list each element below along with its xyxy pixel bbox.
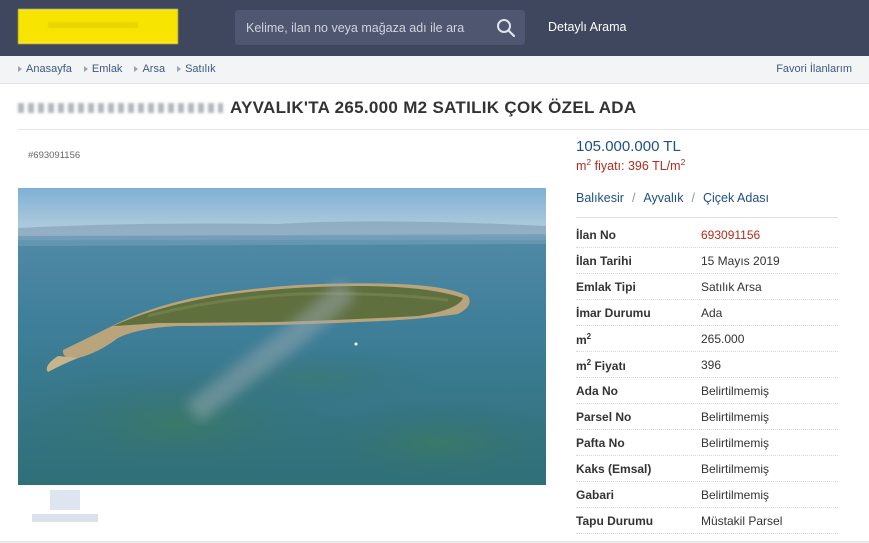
detail-row-tapu-durumu: Tapu Durumu Müstakil Parsel <box>576 508 838 534</box>
top-header: Detaylı Arama <box>0 0 869 56</box>
site-logo[interactable] <box>18 9 178 44</box>
sqm-text: fiyatı: 396 TL/m <box>591 159 681 174</box>
divider <box>18 129 869 130</box>
listing-details-list: İlan No 693091156 İlan Tarihi 15 Mayıs 2… <box>576 222 838 534</box>
favorites-link[interactable]: Favori İlanlarım <box>776 63 852 75</box>
detail-key: m2 <box>576 332 591 347</box>
breadcrumb-item-home[interactable]: Anasayfa <box>18 63 72 75</box>
detail-key: Ada No <box>576 384 618 398</box>
detail-key: İlan Tarihi <box>576 254 632 268</box>
aerial-island-image <box>18 188 546 485</box>
detail-value: Belirtilmemiş <box>701 436 770 450</box>
detail-key-sup: 2 <box>586 332 592 341</box>
detail-value: Belirtilmemiş <box>701 462 770 476</box>
triangle-right-icon <box>134 66 139 72</box>
detail-key-suffix: Fiyatı <box>591 359 626 373</box>
detail-row-ada-no: Ada No Belirtilmemiş <box>576 378 838 404</box>
location-separator: / <box>631 191 636 205</box>
listing-location: Balıkesir / Ayvalık / Çiçek Adası <box>576 191 769 205</box>
location-city[interactable]: Balıkesir <box>576 191 624 205</box>
detail-row-ilan-tarihi: İlan Tarihi 15 Mayıs 2019 <box>576 248 838 274</box>
divider <box>576 217 838 218</box>
detail-key: Gabari <box>576 488 615 502</box>
triangle-right-icon <box>83 66 88 72</box>
detail-row-parsel-no: Parsel No Belirtilmemiş <box>576 404 838 430</box>
breadcrumb-item-emlak[interactable]: Emlak <box>83 63 123 75</box>
detail-key: Kaks (Emsal) <box>576 462 652 476</box>
detail-key: m2 Fiyatı <box>576 358 626 373</box>
sqm-label: m <box>576 159 587 174</box>
detail-value: 265.000 <box>701 332 745 346</box>
detail-value: Ada <box>701 306 723 320</box>
location-district[interactable]: Ayvalık <box>643 191 683 205</box>
detail-key: İmar Durumu <box>576 306 651 320</box>
detail-value: 693091156 <box>701 228 761 242</box>
triangle-right-icon <box>18 66 22 72</box>
detail-value: Satılık Arsa <box>701 280 762 294</box>
listing-id-small: #693091156 <box>28 150 81 161</box>
detail-value: Belirtilmemiş <box>701 410 770 424</box>
detail-value: 396 <box>701 358 722 372</box>
photo-thumbnail[interactable] <box>26 486 104 526</box>
detail-row-pafta-no: Pafta No Belirtilmemiş <box>576 430 838 456</box>
detail-value: Müstakil Parsel <box>701 514 783 528</box>
breadcrumb-label: Satılık <box>185 63 216 75</box>
detail-row-m2-fiyati: m2 Fiyatı 396 <box>576 352 838 378</box>
detail-row-emlak-tipi: Emlak Tipi Satılık Arsa <box>576 274 838 300</box>
detail-key: Emlak Tipi <box>576 280 636 294</box>
breadcrumb: Anasayfa Emlak Arsa Satılık <box>18 63 228 75</box>
listing-price: 105.000.000 TL <box>576 138 681 155</box>
advanced-search-link[interactable]: Detaylı Arama <box>548 20 627 34</box>
detail-value: Belirtilmemiş <box>701 384 770 398</box>
listing-title-row: AYVALIK'TA 265.000 M2 SATILIK ÇOK ÖZEL A… <box>18 96 868 122</box>
location-separator: / <box>691 191 695 205</box>
sqm-sup-2: 2 <box>680 157 686 167</box>
listing-photo[interactable] <box>18 188 546 485</box>
breadcrumb-item-arsa[interactable]: Arsa <box>134 63 165 75</box>
detail-value: Belirtilmemiş <box>701 488 770 502</box>
breadcrumb-bar: Anasayfa Emlak Arsa Satılık Favori İlanl… <box>0 56 869 84</box>
detail-key: Parsel No <box>576 410 632 424</box>
location-neighborhood[interactable]: Çiçek Adası <box>703 191 769 205</box>
detail-key-text: m <box>576 359 587 373</box>
triangle-right-icon <box>177 66 182 72</box>
detail-row-ilan-no: İlan No 693091156 <box>576 222 838 248</box>
detail-row-imar-durumu: İmar Durumu Ada <box>576 300 838 326</box>
detail-key-text: m <box>576 333 587 347</box>
blurred-thumbnail-image <box>32 490 98 522</box>
price-per-sqm: m2 fiyatı: 396 TL/m2 <box>576 157 685 173</box>
listing-title: AYVALIK'TA 265.000 M2 SATILIK ÇOK ÖZEL A… <box>230 98 637 117</box>
search-icon[interactable] <box>495 17 517 39</box>
detail-row-gabari: Gabari Belirtilmemiş <box>576 482 838 508</box>
detail-row-m2: m2 265.000 <box>576 326 838 352</box>
breadcrumb-label: Emlak <box>91 63 123 75</box>
breadcrumb-label: Anasayfa <box>26 63 72 75</box>
breadcrumb-item-satilik[interactable]: Satılık <box>177 63 216 75</box>
detail-key: İlan No <box>576 228 617 242</box>
detail-key: Tapu Durumu <box>576 514 654 528</box>
detail-row-kaks: Kaks (Emsal) Belirtilmemiş <box>576 456 838 482</box>
breadcrumb-label: Arsa <box>142 63 166 75</box>
detail-value: 15 Mayıs 2019 <box>701 254 780 268</box>
detail-key: Pafta No <box>576 436 625 450</box>
search-box <box>235 10 525 45</box>
blurred-store-name <box>18 103 223 113</box>
search-input[interactable] <box>235 10 485 45</box>
